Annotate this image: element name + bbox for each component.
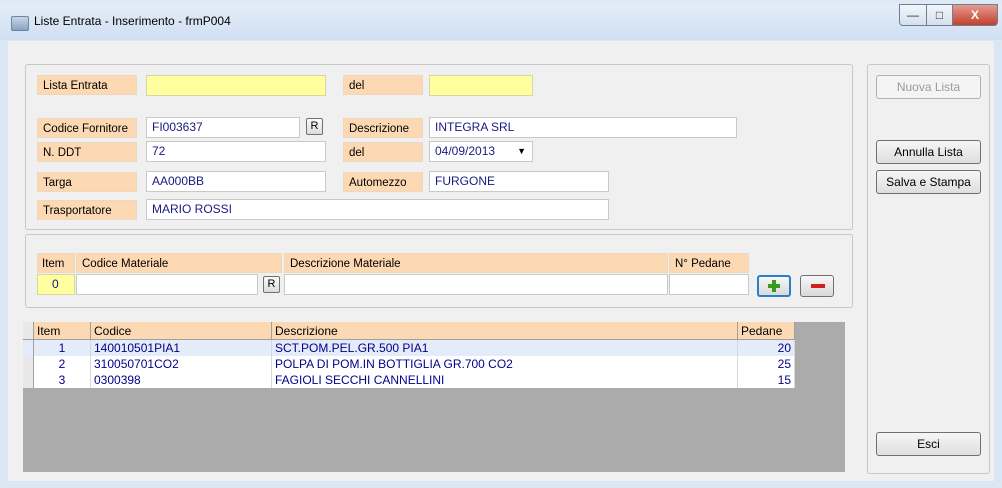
codice-fornitore-input[interactable]: FI003637 — [146, 117, 300, 138]
entry-descrizione-input[interactable] — [284, 274, 668, 295]
cell-codice: 0300398 — [90, 372, 272, 388]
fornitore-lookup-button[interactable]: R — [306, 118, 323, 135]
cell-descrizione: FAGIOLI SECCHI CANNELLINI — [271, 372, 738, 388]
del-ddt-datepicker[interactable]: 04/09/2013 ▼ — [429, 141, 533, 162]
descrizione-label: Descrizione — [343, 118, 423, 138]
maximize-button[interactable]: □ — [927, 4, 953, 26]
entry-item-header: Item — [37, 253, 75, 273]
close-icon: X — [970, 8, 979, 22]
minimize-button[interactable]: — — [899, 4, 927, 26]
salva-stampa-button[interactable]: Salva e Stampa — [876, 170, 981, 194]
cell-item: 2 — [33, 356, 91, 372]
annulla-lista-button[interactable]: Annulla Lista — [876, 140, 981, 164]
cell-codice: 140010501PIA1 — [90, 339, 272, 356]
codice-fornitore-label: Codice Fornitore — [37, 118, 137, 138]
cell-codice: 310050701CO2 — [90, 356, 272, 372]
cell-pedane: 25 — [737, 356, 795, 372]
cell-item: 3 — [33, 372, 91, 388]
materials-table: Item Codice Descrizione Pedane 1 1400105… — [23, 322, 795, 388]
entry-pedane-input[interactable] — [669, 274, 749, 295]
targa-input[interactable]: AA000BB — [146, 171, 326, 192]
chevron-down-icon[interactable]: ▼ — [517, 142, 526, 161]
automezzo-label: Automezzo — [343, 172, 423, 192]
nuova-lista-button[interactable]: Nuova Lista — [876, 75, 981, 99]
row-header[interactable] — [23, 356, 34, 372]
n-ddt-label: N. DDT — [37, 142, 137, 162]
table-row[interactable]: 1 140010501PIA1 SCT.POM.PEL.GR.500 PIA1 … — [23, 339, 795, 356]
lista-entrata-input[interactable] — [146, 75, 326, 96]
targa-label: Targa — [37, 172, 137, 192]
cell-descrizione: SCT.POM.PEL.GR.500 PIA1 — [271, 339, 738, 356]
descrizione-input[interactable]: INTEGRA SRL — [429, 117, 737, 138]
caption-buttons: — □ X — [899, 4, 998, 26]
client-area: Lista Entrata del Codice Fornitore FI003… — [8, 41, 994, 481]
del-ddt-value: 04/09/2013 — [435, 144, 496, 158]
window-title: Liste Entrata - Inserimento - frmP004 — [34, 14, 231, 28]
grid-header-row: Item Codice Descrizione Pedane — [23, 322, 795, 340]
maximize-icon: □ — [935, 8, 944, 22]
trasportatore-input[interactable]: MARIO ROSSI — [146, 199, 609, 220]
lista-entrata-label: Lista Entrata — [37, 75, 137, 95]
col-item-header[interactable]: Item — [33, 322, 91, 340]
entry-codice-input[interactable] — [76, 274, 258, 295]
col-codice-header[interactable]: Codice — [90, 322, 272, 340]
cell-pedane: 20 — [737, 339, 795, 356]
app-icon — [11, 16, 29, 31]
trasportatore-label: Trasportatore — [37, 200, 137, 220]
table-row[interactable]: 3 0300398 FAGIOLI SECCHI CANNELLINI 15 — [23, 372, 795, 388]
esci-button[interactable]: Esci — [876, 432, 981, 456]
cell-pedane: 15 — [737, 372, 795, 388]
title-bar[interactable]: Liste Entrata - Inserimento - frmP004 — … — [0, 4, 1002, 40]
del-lista-label: del — [343, 75, 423, 95]
add-row-button[interactable] — [757, 275, 791, 297]
table-row[interactable]: 2 310050701CO2 POLPA DI POM.IN BOTTIGLIA… — [23, 356, 795, 372]
col-descrizione-header[interactable]: Descrizione — [271, 322, 738, 340]
row-header[interactable] — [23, 372, 34, 388]
remove-row-button[interactable] — [800, 275, 834, 297]
materiale-lookup-button[interactable]: R — [263, 276, 280, 293]
col-pedane-header[interactable]: Pedane — [737, 322, 795, 340]
row-header-corner — [23, 322, 34, 340]
materials-grid[interactable]: Item Codice Descrizione Pedane 1 1400105… — [23, 322, 845, 472]
del-ddt-label: del — [343, 142, 423, 162]
automezzo-input[interactable]: FURGONE — [429, 171, 609, 192]
entry-pedane-header: N° Pedane — [669, 253, 749, 273]
entry-item-input[interactable]: 0 — [37, 274, 75, 295]
entry-descrizione-header: Descrizione Materiale — [284, 253, 668, 273]
entry-codice-header: Codice Materiale — [76, 253, 282, 273]
header-panel: Lista Entrata del Codice Fornitore FI003… — [25, 64, 853, 230]
close-button[interactable]: X — [953, 4, 998, 26]
cell-descrizione: POLPA DI POM.IN BOTTIGLIA GR.700 CO2 — [271, 356, 738, 372]
actions-panel: Nuova Lista Annulla Lista Salva e Stampa… — [867, 64, 990, 474]
app-window: Liste Entrata - Inserimento - frmP004 — … — [0, 4, 1002, 488]
entry-panel: Item Codice Materiale Descrizione Materi… — [25, 234, 853, 308]
n-ddt-input[interactable]: 72 — [146, 141, 326, 162]
minimize-icon: — — [907, 8, 919, 22]
row-header[interactable] — [23, 339, 34, 356]
cell-item: 1 — [33, 339, 91, 356]
del-lista-input[interactable] — [429, 75, 533, 96]
